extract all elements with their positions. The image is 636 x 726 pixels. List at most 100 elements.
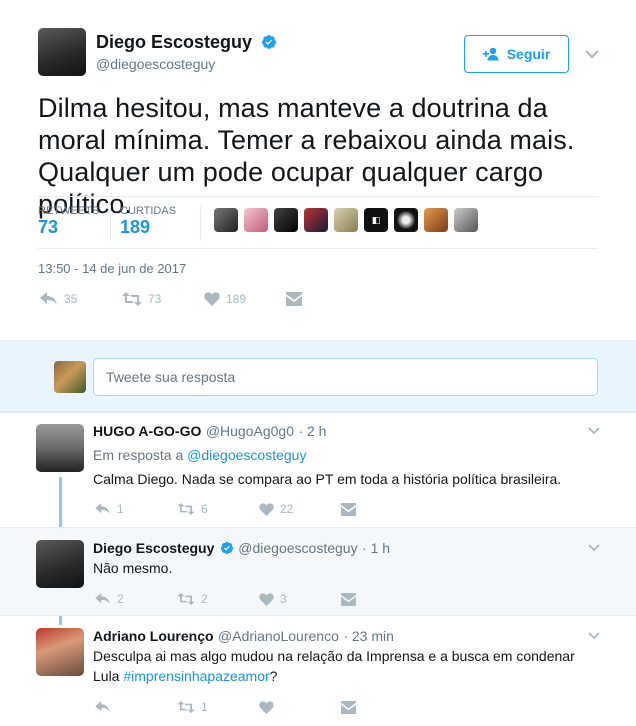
divider: [38, 248, 598, 249]
like-count: 3: [280, 592, 287, 606]
envelope-icon: [341, 700, 356, 714]
divider: [0, 527, 636, 528]
reply-time[interactable]: · 2 h: [298, 423, 326, 439]
author-name[interactable]: Diego Escosteguy: [96, 32, 252, 52]
tweet-timestamp[interactable]: 13:50 - 14 de jun de 2017: [38, 261, 186, 276]
liker-avatar[interactable]: [244, 208, 268, 232]
liker-avatar[interactable]: [214, 208, 238, 232]
reply-count: 2: [117, 592, 124, 606]
like-button[interactable]: [259, 700, 341, 714]
retweet-icon: [177, 593, 195, 605]
reply-author-handle[interactable]: @AdrianoLourenco: [218, 628, 339, 644]
envelope-icon: [341, 592, 356, 606]
message-button[interactable]: [341, 592, 356, 606]
reply-avatar[interactable]: [36, 540, 84, 588]
divider: [110, 205, 111, 241]
liker-avatar[interactable]: [454, 208, 478, 232]
reply-icon: [40, 292, 57, 305]
liker-avatar[interactable]: ◧: [364, 208, 388, 232]
like-button[interactable]: 22: [259, 502, 341, 516]
in-reply-prefix: Em resposta a: [93, 447, 188, 463]
author-avatar[interactable]: [38, 28, 86, 76]
retweet-count: 6: [201, 502, 208, 516]
author-handle[interactable]: @diegoescosteguy: [96, 56, 215, 72]
chevron-down-icon[interactable]: [588, 544, 600, 552]
reply-icon: [95, 593, 110, 605]
reply-icon: [95, 701, 110, 713]
like-count: 22: [280, 502, 294, 516]
like-button[interactable]: 3: [259, 592, 341, 606]
message-button[interactable]: [341, 700, 356, 714]
reply-author-name[interactable]: HUGO A-GO-GO: [93, 423, 201, 439]
verified-badge-icon: [220, 541, 233, 555]
retweet-button[interactable]: 73: [122, 292, 204, 306]
likes-label: CURTIDAS: [120, 205, 177, 217]
liker-avatar[interactable]: [274, 208, 298, 232]
liker-avatar[interactable]: [304, 208, 328, 232]
reply-text: Não mesmo.: [93, 560, 173, 576]
reply-text: Calma Diego. Nada se compara ao PT em to…: [93, 471, 562, 487]
retweet-icon: [177, 503, 195, 515]
in-reply-to-link[interactable]: @diegoescosteguy: [187, 447, 306, 463]
reply-count: 1: [117, 502, 124, 516]
heart-icon: [204, 292, 220, 306]
reply-actions: 2 2 3: [95, 592, 356, 606]
reply-header: Diego Escosteguy @diegoescosteguy · 1 h: [93, 540, 390, 558]
chevron-down-icon[interactable]: [588, 427, 600, 435]
likers-avatars: ◧: [214, 208, 478, 232]
reply-author-name[interactable]: Diego Escosteguy: [93, 540, 214, 556]
heart-icon: [259, 700, 274, 714]
retweet-button[interactable]: 6: [177, 502, 259, 516]
reply-actions: 1 6 22: [95, 502, 356, 516]
message-button[interactable]: [286, 292, 302, 306]
reply-author-handle[interactable]: @HugoAg0g0: [206, 423, 294, 439]
chevron-down-icon[interactable]: [585, 50, 599, 59]
retweet-count: 2: [201, 592, 208, 606]
heart-icon: [259, 502, 274, 516]
heart-icon: [259, 592, 274, 606]
reply-author-handle[interactable]: @diegoescosteguy: [238, 540, 357, 556]
tweet-text: Dilma hesitou, mas manteve a doutrina da…: [38, 93, 575, 219]
hashtag-link[interactable]: #imprensinhapazeamor: [123, 668, 269, 684]
reply-count: 35: [64, 292, 78, 306]
retweets-count: 73: [38, 217, 59, 237]
reply-button[interactable]: 2: [95, 592, 177, 606]
reply-button[interactable]: 35: [40, 292, 122, 306]
reply-avatar[interactable]: [36, 628, 84, 676]
current-user-avatar: [54, 361, 86, 393]
reply-text-suffix: ?: [269, 668, 278, 684]
envelope-icon: [341, 502, 356, 516]
divider: [38, 196, 598, 197]
reply-header: Adriano Lourenço @AdrianoLourenco · 23 m…: [93, 628, 394, 646]
retweet-button[interactable]: 2: [177, 592, 259, 606]
author-block: Diego Escosteguy: [96, 32, 277, 53]
like-button[interactable]: 189: [204, 292, 286, 306]
tweet-actions: 35 73 189: [40, 292, 302, 306]
like-count: 189: [226, 292, 247, 306]
reply-time[interactable]: · 1 h: [362, 540, 390, 556]
add-user-icon: [482, 47, 499, 61]
likes-stat[interactable]: CURTIDAS 189: [120, 205, 176, 238]
retweets-stat[interactable]: RETWEETS 73: [38, 205, 99, 238]
liker-avatar[interactable]: [334, 208, 358, 232]
reply-time[interactable]: · 23 min: [343, 628, 394, 644]
retweet-icon: [177, 701, 195, 713]
retweets-label: RETWEETS: [38, 205, 100, 217]
reply-actions: 1: [95, 700, 356, 714]
reply-button[interactable]: [95, 701, 177, 713]
reply-author-name[interactable]: Adriano Lourenço: [93, 628, 214, 644]
chevron-down-icon[interactable]: [588, 632, 600, 640]
follow-button[interactable]: Seguir: [464, 35, 569, 73]
retweet-button[interactable]: 1: [177, 700, 259, 714]
liker-avatar[interactable]: [424, 208, 448, 232]
message-button[interactable]: [341, 502, 356, 516]
reply-text-line1: Desculpa ai mas algo mudou na relação da…: [93, 648, 575, 664]
thread-connector: [59, 477, 62, 527]
liker-avatar[interactable]: [394, 208, 418, 232]
retweet-count: 1: [201, 700, 208, 714]
likes-count: 189: [120, 217, 151, 237]
reply-avatar[interactable]: [36, 424, 84, 472]
divider: [0, 412, 636, 413]
reply-input[interactable]: Tweete sua resposta: [93, 358, 598, 396]
reply-button[interactable]: 1: [95, 502, 177, 516]
